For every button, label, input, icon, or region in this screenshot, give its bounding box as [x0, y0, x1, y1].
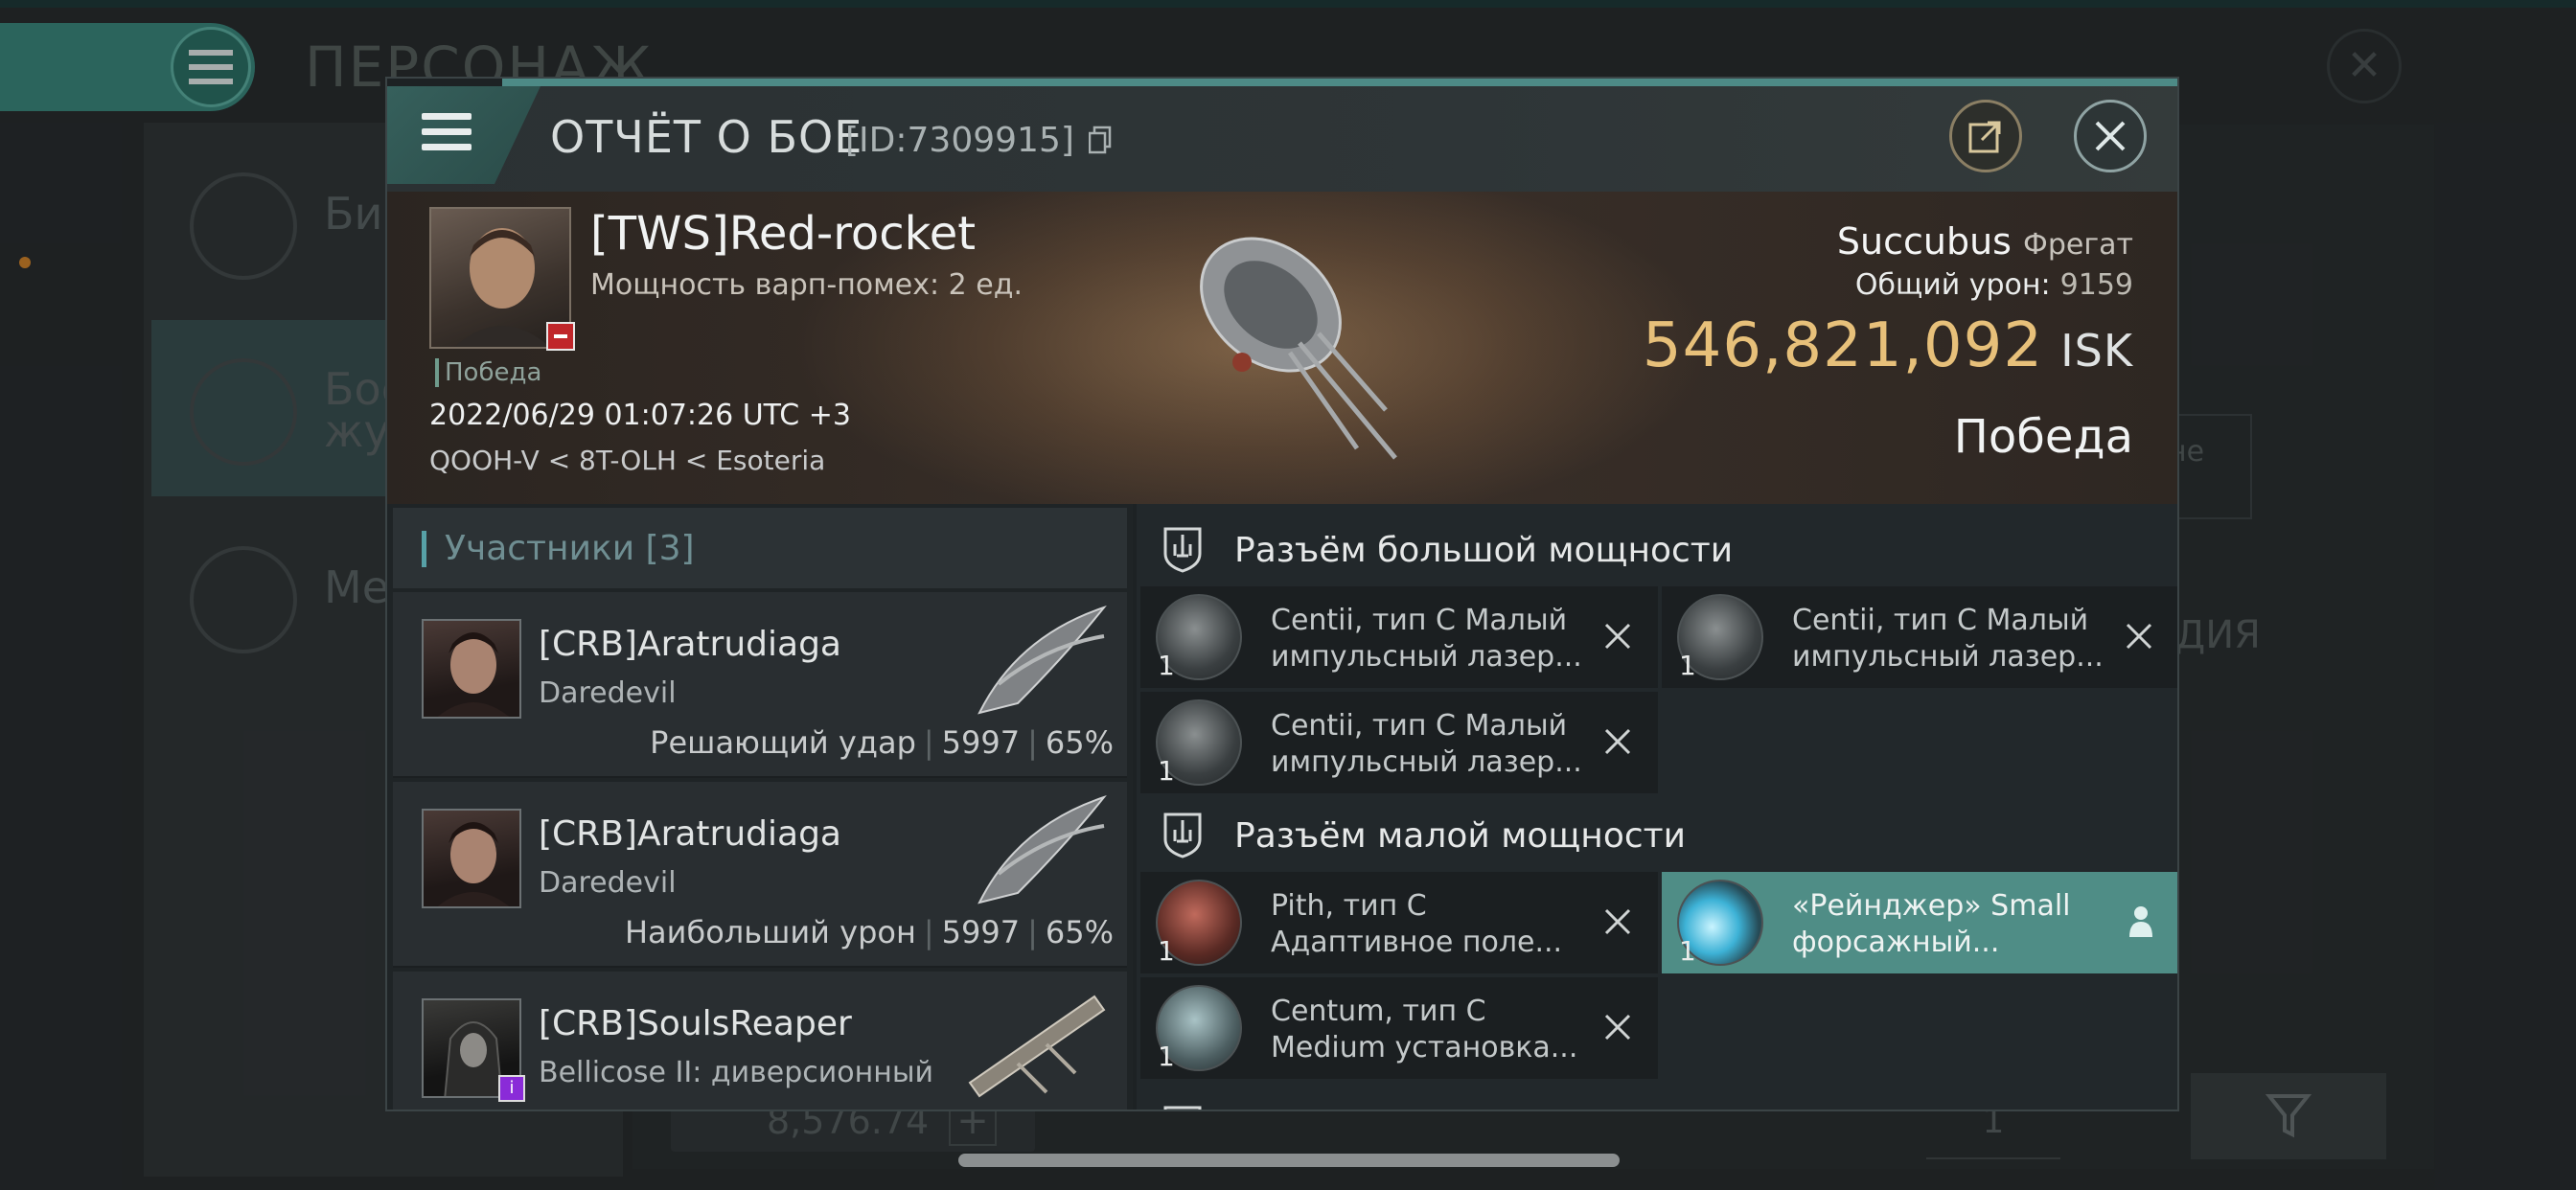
kill-datetime: 2022/06/29 01:07:26 UTC +3 — [429, 399, 851, 432]
destroyed-icon — [1604, 908, 1631, 935]
module-item[interactable]: 1 Centum, тип C Medium установка... — [1140, 977, 1658, 1079]
participant-stats: Наибольший урон | 5997 | 65% — [625, 914, 1114, 950]
total-damage-value: 9159 — [2059, 268, 2133, 302]
isk-value: 546,821,092 — [1642, 310, 2044, 381]
module-name-cont: импульсный лазер... — [1271, 640, 1582, 674]
low-slots-header: Разъём малой мощности — [1137, 791, 2177, 880]
module-item[interactable]: 1 Centii, тип C Малый импульсный лазер..… — [1140, 692, 1658, 793]
separator: | — [1027, 724, 1038, 761]
module-item[interactable]: 1 Centii, тип C Малый импульсный лазер..… — [1140, 586, 1658, 688]
victim-name[interactable]: [TWS]Red-rocket — [590, 207, 976, 261]
module-name-cont: импульсный лазер... — [1271, 745, 1582, 779]
isk-value-row: 546,821,092 ISK — [1643, 310, 2133, 381]
report-id[interactable]: [ID:7309915] — [845, 121, 1112, 160]
slot-icon — [1163, 1106, 1202, 1110]
participants-header: Участники [3] — [393, 508, 1127, 588]
separator: | — [923, 914, 934, 950]
participant-name: [CRB]Aratrudiaga — [539, 625, 841, 664]
ship-class: Фрегат — [2023, 228, 2133, 262]
module-quantity: 1 — [1158, 755, 1175, 787]
destroyed-icon — [2126, 623, 2152, 650]
module-item[interactable]: 1 Centii, тип C Малый импульсный лазер..… — [1662, 586, 2177, 688]
participant-row[interactable]: [CRB]Aratrudiaga Daredevil Наибольший ур… — [393, 782, 1127, 968]
participant-role: Наибольший урон — [624, 914, 916, 950]
participant-ship-image — [978, 605, 1107, 715]
module-quantity: 1 — [1679, 935, 1696, 967]
dropped-item-icon — [2129, 906, 2152, 937]
module-name-cont: Адаптивное поле... — [1271, 926, 1563, 959]
participant-ship-image — [968, 995, 1106, 1098]
high-slots-header: Разъём большой мощности — [1137, 506, 2177, 594]
participant-ship: Daredevil — [539, 866, 677, 900]
separator: | — [923, 724, 934, 761]
module-item[interactable]: 1 «Рейнджер» Small форсажный... — [1662, 872, 2177, 973]
ship-type[interactable]: Succubus Фрегат — [1837, 220, 2133, 263]
close-icon — [2095, 121, 2126, 151]
module-name-cont: импульсный лазер... — [1792, 640, 2104, 674]
kill-location[interactable]: QOOH-V < 8T-OLH < Esoteria — [429, 445, 825, 476]
module-name-cont: Medium установка... — [1271, 1031, 1578, 1064]
module-name: Centii, тип C Малый — [1271, 709, 1568, 743]
module-name: Pith, тип C — [1271, 889, 1427, 923]
report-id-text: [ID:7309915] — [845, 121, 1074, 160]
module-name: Centii, тип C Малый — [1271, 604, 1568, 637]
module-quantity: 1 — [1158, 935, 1175, 967]
high-slot-icon — [1163, 527, 1202, 573]
high-slots-label: Разъём большой мощности — [1234, 531, 1734, 570]
module-quantity: 1 — [1158, 650, 1175, 681]
participant-row[interactable]: i [CRB]SoulsReaper Bellicose II: диверси… — [393, 972, 1127, 1110]
participant-avatar — [422, 619, 521, 719]
share-button[interactable] — [1949, 100, 2022, 172]
info-badge: i — [498, 1075, 525, 1102]
total-damage-label: Общий урон: — [1854, 268, 2051, 302]
close-button[interactable] — [2074, 100, 2147, 172]
participant-ship: Bellicose II: диверсионный — [539, 1056, 934, 1089]
low-slot-icon — [1163, 812, 1202, 858]
corp-logo — [546, 322, 575, 351]
warp-scramble-strength: Мощность варп-помех: 2 ед. — [590, 268, 1024, 302]
total-damage-row: Общий урон: 9159 — [1855, 268, 2133, 302]
participant-role: Решающий удар — [650, 724, 916, 761]
separator: | — [1027, 914, 1038, 950]
module-quantity: 1 — [1158, 1041, 1175, 1072]
participant-percent: 65% — [1045, 724, 1114, 761]
destroyed-icon — [1604, 728, 1631, 755]
module-item[interactable]: 1 Pith, тип C Адаптивное поле... — [1140, 872, 1658, 973]
next-slots-header — [1137, 1085, 2177, 1110]
participants-title: Участники [3] — [445, 529, 695, 568]
hamburger-icon — [422, 113, 472, 155]
ship-name: Succubus — [1836, 220, 2012, 263]
participant-damage: 5997 — [941, 914, 1021, 950]
module-name: Centum, тип C — [1271, 995, 1486, 1028]
module-name: «Рейнджер» Small — [1792, 889, 2071, 923]
header-accent-bar — [422, 531, 426, 567]
participant-avatar — [422, 809, 521, 908]
participant-percent: 65% — [1045, 914, 1114, 950]
combat-report-dialog: ОТЧЁТ О БОЕ [ID:7309915] [TWS]Red-rocket… — [385, 77, 2179, 1111]
module-quantity: 1 — [1679, 650, 1696, 681]
participant-damage: 5997 — [941, 724, 1021, 761]
module-name-cont: форсажный... — [1792, 926, 2000, 959]
isk-unit: ISK — [2060, 325, 2133, 377]
destroyed-icon — [1604, 1014, 1631, 1041]
participant-ship: Daredevil — [539, 676, 677, 710]
destroyed-icon — [1604, 623, 1631, 650]
dialog-title: ОТЧЁТ О БОЕ — [550, 111, 863, 163]
victim-status: Победа — [435, 358, 541, 387]
copy-icon — [1089, 126, 1112, 154]
low-slots-label: Разъём малой мощности — [1234, 816, 1687, 856]
participant-ship-image — [978, 794, 1107, 904]
participant-stats: Решающий удар | 5997 | 65% — [650, 724, 1114, 761]
victim-ship-image — [1200, 237, 1397, 460]
participant-row[interactable]: [CRB]Aratrudiaga Daredevil Решающий удар… — [393, 592, 1127, 778]
module-name: Centii, тип C Малый — [1792, 604, 2089, 637]
share-icon — [1968, 121, 2001, 153]
participant-name: [CRB]Aratrudiaga — [539, 814, 841, 854]
scroll-indicator[interactable] — [958, 1154, 1620, 1167]
participant-name: [CRB]SoulsReaper — [539, 1004, 852, 1043]
battle-outcome: Победа — [1953, 410, 2133, 464]
dialog-accent-line — [502, 79, 2177, 86]
